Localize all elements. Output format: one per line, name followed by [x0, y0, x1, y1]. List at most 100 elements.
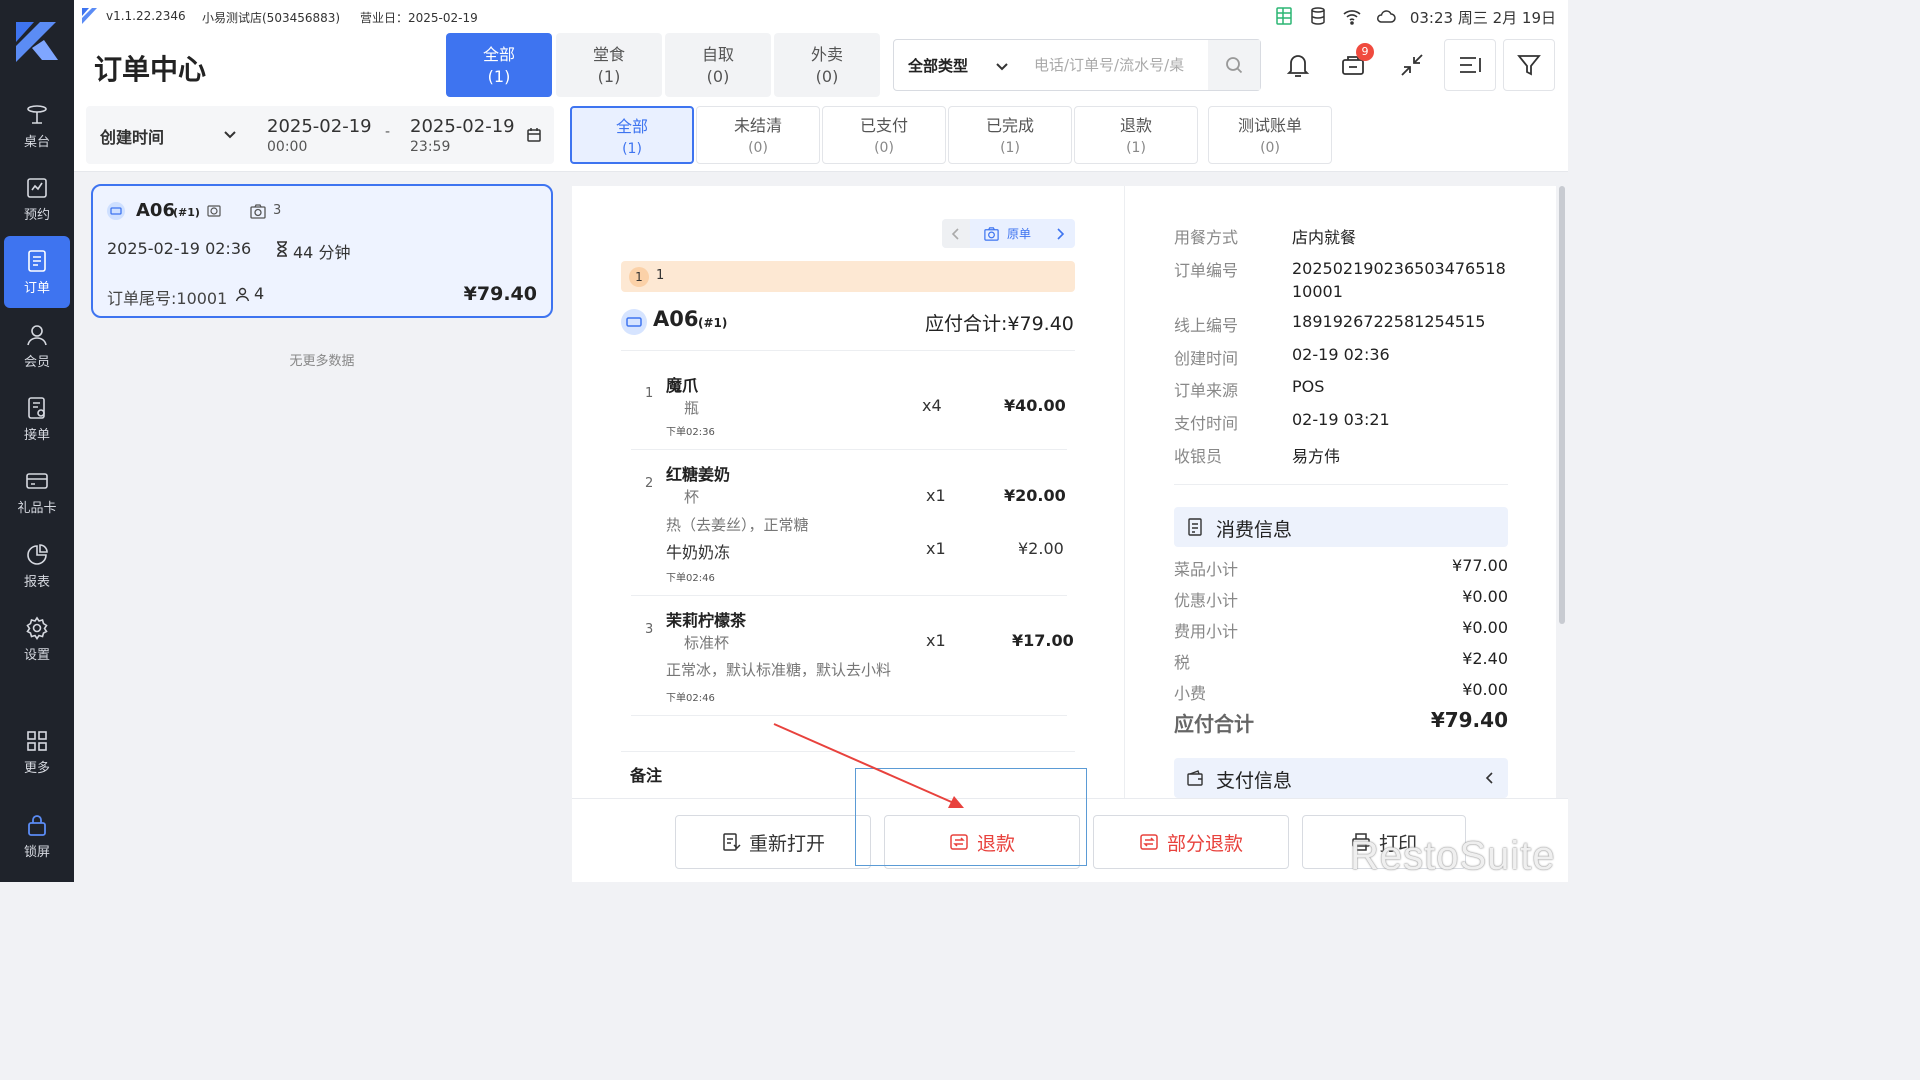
- item-unit: 标准杯: [684, 634, 730, 652]
- collapse-icon: [1401, 54, 1423, 76]
- notification-badge: 9: [1356, 43, 1374, 61]
- info-value-created: 02-19 02:36: [1292, 345, 1390, 364]
- prev-button[interactable]: [942, 219, 970, 248]
- sidebar: 桌台 预约 订单 会员 接单 礼品卡 报表 设置 更多 锁屏: [0, 0, 74, 882]
- sum-value: ¥0.00: [1462, 587, 1508, 606]
- calendar-icon[interactable]: [526, 127, 542, 143]
- tab-delivery[interactable]: 外卖 (0): [774, 33, 880, 97]
- sidebar-item-reports[interactable]: 报表: [4, 530, 70, 602]
- calendar-check-icon: [27, 177, 47, 198]
- tab-label: 全部: [615, 117, 648, 136]
- sidebar-item-orders[interactable]: 订单: [4, 236, 70, 308]
- status-tab-all[interactable]: 全部 (1): [570, 106, 694, 164]
- lock-icon: [28, 814, 46, 836]
- chevron-left-icon: [1485, 772, 1493, 784]
- sidebar-item-table[interactable]: 桌台: [4, 90, 70, 162]
- dish-icon: [207, 205, 221, 217]
- divider: [621, 350, 1075, 351]
- tab-count: (1): [1126, 140, 1146, 156]
- collapse-button[interactable]: [1386, 39, 1438, 91]
- info-label: 支付时间: [1174, 414, 1239, 433]
- page-title: 订单中心: [94, 53, 207, 86]
- status-tab-completed[interactable]: 已完成 (1): [948, 106, 1072, 164]
- date-type-select[interactable]: 创建时间: [100, 124, 164, 148]
- gift-card-icon: [26, 472, 48, 489]
- next-button[interactable]: [1045, 219, 1075, 248]
- info-label: 用餐方式: [1174, 228, 1239, 247]
- chevron-down-icon[interactable]: [994, 58, 1010, 74]
- order-alert-button[interactable]: 9: [1328, 39, 1380, 91]
- sidebar-item-label: 礼品卡: [17, 500, 57, 516]
- status-tab-paid[interactable]: 已支付 (0): [822, 106, 946, 164]
- remark-label: 备注: [630, 766, 663, 785]
- sidebar-item-label: 桌台: [23, 134, 50, 150]
- tab-count: (1): [487, 67, 511, 86]
- end-date[interactable]: 2025-02-19: [410, 116, 515, 137]
- detail-total: 应付合计:¥79.40: [925, 313, 1074, 335]
- tab-label: 外卖: [810, 45, 843, 64]
- sum-value: ¥77.00: [1452, 556, 1508, 575]
- store-name: 小易测试店(503456883): [202, 11, 341, 25]
- tab-all-types[interactable]: 全部 (1): [446, 33, 552, 97]
- sidebar-item-gift-card[interactable]: 礼品卡: [4, 456, 70, 528]
- spreadsheet-icon[interactable]: [1274, 7, 1294, 25]
- cloud-icon[interactable]: [1376, 7, 1396, 25]
- sidebar-item-settings[interactable]: 设置: [4, 603, 70, 675]
- filter-bar: 创建时间 2025-02-19 00:00 - 2025-02-19 23:59…: [74, 100, 1568, 172]
- reopen-button[interactable]: 重新打开: [675, 815, 871, 869]
- chevron-down-icon[interactable]: [222, 126, 238, 142]
- report-icon: [27, 543, 48, 565]
- grid-icon: [27, 730, 47, 751]
- order-icon: [28, 249, 46, 272]
- partial-refund-button[interactable]: 部分退款: [1093, 815, 1289, 869]
- start-date[interactable]: 2025-02-19: [267, 116, 372, 137]
- divider: [631, 595, 1067, 596]
- divider: [631, 715, 1067, 716]
- status-tab-test-bill[interactable]: 测试账单 (0): [1208, 106, 1332, 164]
- search-type-select[interactable]: 全部类型: [908, 55, 968, 76]
- status-bar: v1.1.22.2346 小易测试店(503456883) 营业日：2025-0…: [74, 0, 1568, 32]
- status-tab-unsettled[interactable]: 未结清 (0): [696, 106, 820, 164]
- clock: 03:23 周三 2月 19日: [1409, 9, 1556, 27]
- sidebar-item-reservation[interactable]: 预约: [4, 163, 70, 235]
- search-input[interactable]: [1034, 40, 1202, 90]
- tab-pickup[interactable]: 自取 (0): [665, 33, 771, 97]
- tab-count: (0): [1260, 140, 1280, 156]
- item-time: 下单02:46: [666, 693, 715, 704]
- sidebar-item-more[interactable]: 更多: [4, 716, 70, 788]
- date-range-picker[interactable]: 创建时间 2025-02-19 00:00 - 2025-02-19 23:59: [86, 106, 554, 164]
- filter-button[interactable]: [1503, 39, 1555, 91]
- order-card[interactable]: A06 (#1) 3 2025-02-19 02:36 44 分钟 订单尾号:1…: [91, 184, 553, 318]
- sidebar-item-lock[interactable]: 锁屏: [4, 800, 70, 872]
- wifi-icon[interactable]: [1342, 7, 1362, 25]
- tab-count: (0): [874, 140, 894, 156]
- tab-dine-in[interactable]: 堂食 (1): [556, 33, 662, 97]
- bell-icon: [1286, 55, 1310, 77]
- scrollbar-thumb[interactable]: [1559, 186, 1565, 624]
- sidebar-item-members[interactable]: 会员: [4, 310, 70, 382]
- sidebar-item-receive-orders[interactable]: 接单: [4, 383, 70, 455]
- search-button[interactable]: [1208, 40, 1260, 90]
- payment-section-header[interactable]: 支付信息: [1174, 758, 1508, 798]
- divider: [1174, 484, 1508, 485]
- dine-in-icon: [107, 202, 125, 220]
- original-order-link[interactable]: 原单: [1007, 225, 1031, 242]
- reopen-label: 重新打开: [748, 832, 825, 855]
- tab-count: (0): [815, 67, 839, 86]
- notification-button[interactable]: [1272, 39, 1324, 91]
- tab-label: 自取: [701, 45, 734, 64]
- item-time: 下单02:36: [666, 427, 715, 438]
- order-people: 4: [254, 284, 265, 303]
- order-table: A06: [136, 200, 175, 221]
- sum-label: 费用小计: [1174, 622, 1239, 641]
- sort-button[interactable]: [1444, 39, 1496, 91]
- sidebar-item-label: 预约: [23, 207, 50, 223]
- order-datetime: 2025-02-19 02:36: [107, 239, 252, 258]
- sum-label: 小费: [1174, 684, 1207, 703]
- database-icon[interactable]: [1308, 7, 1328, 25]
- tab-count: (0): [706, 67, 730, 86]
- status-tab-refund[interactable]: 退款 (1): [1074, 106, 1198, 164]
- search-box: 全部类型: [893, 39, 1261, 91]
- tab-label: 堂食: [592, 45, 625, 64]
- filter-icon: [1517, 55, 1541, 76]
